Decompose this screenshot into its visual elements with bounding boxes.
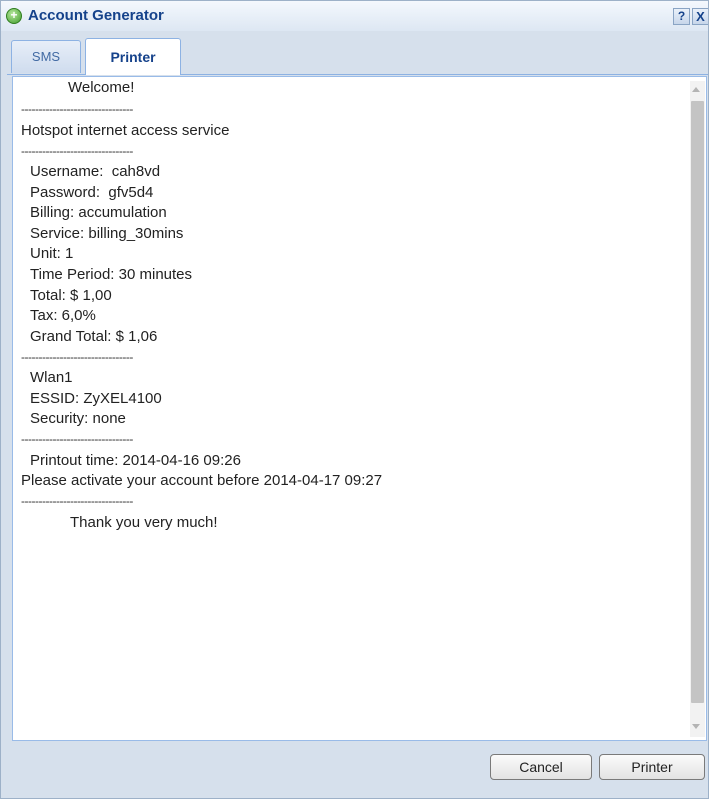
help-button[interactable]: ?	[673, 8, 690, 25]
essid-line: ESSID: ZyXEL4100	[30, 390, 162, 407]
cancel-button[interactable]: Cancel	[490, 754, 592, 780]
unit-line: Unit: 1	[30, 245, 74, 262]
separator: --------------------------------	[21, 350, 133, 364]
separator: --------------------------------	[21, 494, 133, 508]
separator: --------------------------------	[21, 102, 133, 116]
thanks-text: Thank you very much!	[70, 514, 218, 531]
account-generator-dialog: + Account Generator ? X SMS Printer Welc…	[0, 0, 709, 799]
printout-time-line: Printout time: 2014-04-16 09:26	[30, 452, 241, 469]
printer-button[interactable]: Printer	[599, 754, 705, 780]
billing-line: Billing: accumulation	[30, 204, 167, 221]
add-circle-icon: +	[6, 8, 22, 24]
tab-printer[interactable]: Printer	[85, 38, 181, 75]
password-line: Password: gfv5d4	[30, 184, 154, 201]
scroll-up-arrow-icon[interactable]	[692, 87, 700, 92]
service-line: Service: billing_30mins	[30, 225, 184, 242]
separator: --------------------------------	[21, 432, 133, 446]
title-bar[interactable]: + Account Generator ? X	[1, 1, 708, 31]
tax-line: Tax: 6,0%	[30, 307, 96, 324]
separator: --------------------------------	[21, 144, 133, 158]
time-period-line: Time Period: 30 minutes	[30, 266, 193, 283]
security-line: Security: none	[30, 410, 126, 427]
tab-strip: SMS Printer	[7, 38, 708, 75]
vertical-scrollbar[interactable]	[690, 81, 705, 737]
username-line: Username: cah8vd	[30, 163, 161, 180]
scroll-down-arrow-icon[interactable]	[692, 724, 700, 729]
receipt-preview: Welcome! -------------------------------…	[21, 77, 676, 727]
grand-total-line: Grand Total: $ 1,06	[30, 328, 158, 345]
wlan-line: Wlan1	[30, 369, 73, 386]
welcome-text: Welcome!	[68, 79, 135, 96]
tab-sms[interactable]: SMS	[11, 40, 81, 73]
total-line: Total: $ 1,00	[30, 287, 112, 304]
service-name: Hotspot internet access service	[21, 122, 230, 139]
activate-notice: Please activate your account before 2014…	[21, 472, 383, 489]
close-button[interactable]: X	[692, 8, 708, 25]
receipt-panel: Welcome! -------------------------------…	[12, 76, 707, 741]
dialog-title: Account Generator	[28, 7, 164, 24]
scrollbar-thumb[interactable]	[691, 101, 704, 703]
